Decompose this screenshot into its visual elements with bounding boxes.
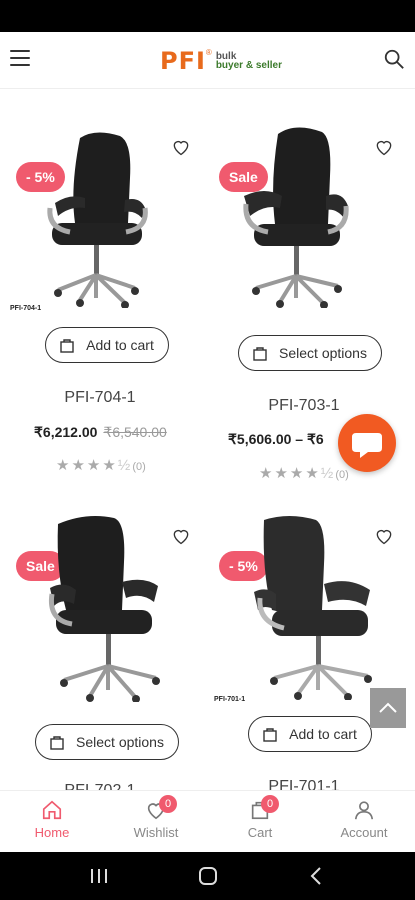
logo-line2: buyer & seller (215, 60, 282, 71)
product-image-chair[interactable] (254, 514, 374, 700)
select-options-button[interactable]: Select options (238, 335, 382, 371)
logo-reg: ® (205, 48, 212, 57)
brand-logo[interactable]: PFI ® bulk buyer & seller (160, 46, 282, 76)
nav-label: Home (34, 825, 70, 840)
nav-label: Account (340, 825, 388, 840)
product-title-clip: PFI-702-1 (5, 782, 195, 790)
rating-stars: ★★★★½(0) (259, 465, 349, 482)
user-icon (354, 801, 374, 820)
rating-count: (0) (132, 461, 146, 473)
product-title[interactable]: PFI-702-1 (5, 782, 195, 790)
product-title[interactable]: PFI-703-1 (209, 397, 399, 415)
nav-cart[interactable]: Cart 0 (225, 795, 295, 840)
product-image-chair[interactable] (240, 124, 350, 308)
rating-stars: ★★★★½(0) (56, 457, 146, 474)
button-label: Select options (76, 734, 164, 750)
add-to-cart-button[interactable]: Add to cart (248, 716, 372, 752)
nav-label: Cart (247, 825, 273, 840)
wishlist-heart-icon[interactable] (374, 137, 394, 157)
recent-apps-icon[interactable] (90, 868, 108, 884)
logo-sub: bulk buyer & seller (215, 52, 282, 71)
search-icon[interactable] (383, 48, 405, 70)
product-image-chair[interactable] (40, 128, 150, 308)
chevron-up-icon (379, 702, 397, 713)
bag-icon (253, 346, 267, 361)
menu-icon[interactable] (10, 50, 30, 66)
product-code-tag: PFI-704-1 (10, 305, 42, 312)
home-icon (42, 800, 62, 820)
product-title[interactable]: PFI-704-1 (5, 389, 195, 407)
button-label: Select options (279, 345, 367, 361)
button-label: Add to cart (86, 337, 154, 353)
wishlist-count-badge: 0 (159, 795, 177, 813)
chat-bubble-icon (352, 433, 382, 458)
add-to-cart-button[interactable]: Add to cart (45, 327, 169, 363)
nav-home[interactable]: Home (17, 799, 87, 840)
system-nav-bar (0, 852, 415, 900)
status-bar (0, 0, 415, 32)
back-to-top-button[interactable] (370, 688, 406, 728)
bag-icon (263, 727, 277, 742)
price-range: ₹5,606.00 – ₹6 (228, 431, 324, 447)
product-price: ₹6,212.00 ₹6,540.00 (34, 424, 167, 441)
bottom-nav: Home Wishlist 0 Cart 0 Account (0, 790, 415, 853)
select-options-button[interactable]: Select options (35, 724, 179, 760)
nav-account[interactable]: Account (329, 799, 399, 840)
back-icon[interactable] (310, 866, 322, 886)
nav-label: Wishlist (133, 825, 179, 840)
product-price: ₹5,606.00 – ₹6 (228, 431, 324, 448)
home-button-icon[interactable] (198, 866, 218, 886)
current-price: ₹6,212.00 (34, 424, 98, 440)
chat-button[interactable] (338, 414, 396, 472)
wishlist-heart-icon[interactable] (374, 526, 394, 546)
product-image-chair[interactable] (46, 512, 162, 702)
button-label: Add to cart (289, 726, 357, 742)
wishlist-heart-icon[interactable] (171, 526, 191, 546)
logo-main: PFI (160, 47, 206, 75)
bag-icon (50, 735, 64, 750)
nav-wishlist[interactable]: Wishlist 0 (121, 795, 191, 840)
wishlist-heart-icon[interactable] (171, 137, 191, 157)
cart-count-badge: 0 (261, 795, 279, 813)
app-header: PFI ® bulk buyer & seller (0, 32, 415, 89)
bag-icon (60, 338, 74, 353)
product-code-tag: PFI-701-1 (214, 696, 246, 703)
old-price: ₹6,540.00 (103, 424, 167, 440)
